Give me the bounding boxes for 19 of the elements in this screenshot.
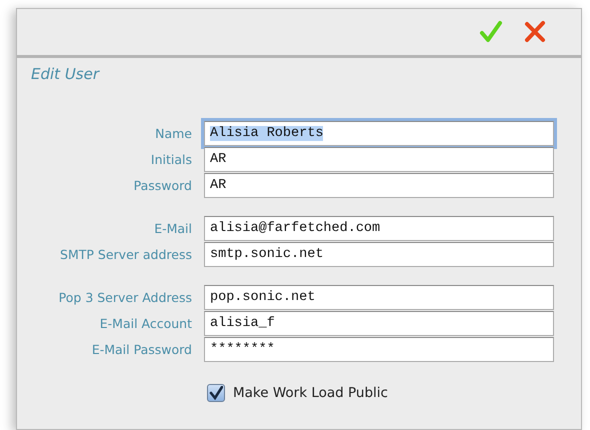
input-field[interactable]: alisia_f (204, 311, 554, 336)
input-field[interactable]: ******** (204, 337, 554, 362)
checkbox[interactable] (207, 384, 225, 402)
field-label: Name (155, 126, 192, 141)
input-field[interactable]: AR (204, 173, 554, 198)
field-label: E-Mail Password (92, 342, 192, 357)
checkbox-label[interactable]: Make Work Load Public (233, 385, 388, 401)
field-label: Pop 3 Server Address (58, 290, 192, 305)
field-label: E-Mail (154, 221, 192, 236)
input-field[interactable]: pop.sonic.net (204, 285, 554, 310)
input-field[interactable]: alisia@farfetched.com (204, 216, 554, 241)
field-label: SMTP Server address (60, 247, 192, 262)
field-label: E-Mail Account (100, 316, 192, 331)
input-field[interactable]: smtp.sonic.net (204, 242, 554, 267)
input-field[interactable]: AR (204, 147, 554, 172)
input-field[interactable]: Alisia Roberts (204, 121, 554, 146)
window-title: Edit User (31, 65, 100, 83)
field-label: Password (134, 178, 192, 193)
field-label: Initials (150, 152, 192, 167)
